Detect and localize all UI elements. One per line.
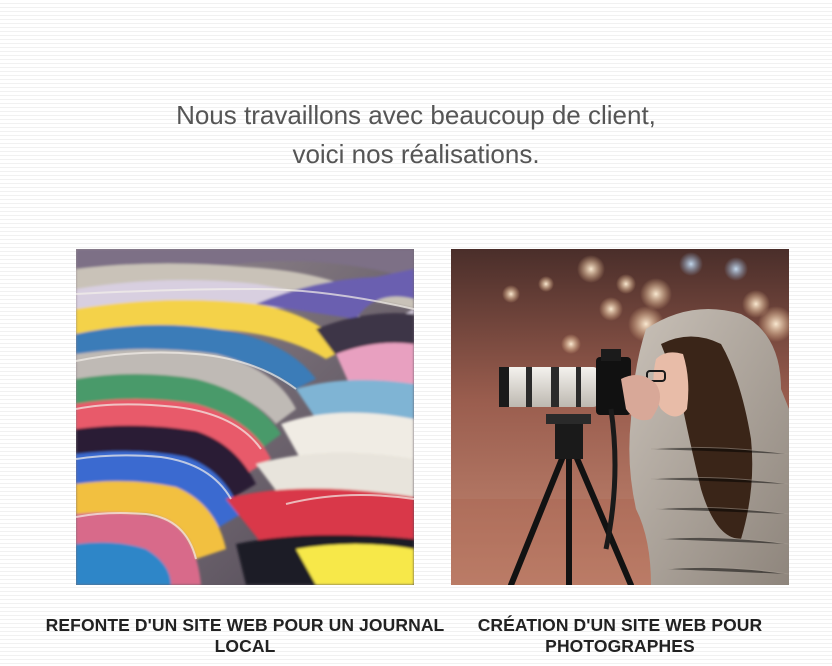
photographer-with-camera-image	[451, 249, 789, 585]
intro-heading: Nous travaillons avec beaucoup de client…	[0, 96, 832, 174]
project-thumbnail-journal[interactable]	[76, 249, 414, 585]
project-title-journal[interactable]: REFONTE D'UN SITE WEB POUR UN JOURNAL LO…	[36, 615, 454, 657]
intro-line-2: voici nos réalisations.	[292, 139, 540, 169]
intro-line-1: Nous travaillons avec beaucoup de client…	[176, 100, 656, 130]
project-card-photographers[interactable]: CRÉATION D'UN SITE WEB POUR PHOTOGRAPHES	[451, 249, 789, 656]
magazines-stack-image	[76, 249, 414, 585]
project-thumbnail-photographers[interactable]	[451, 249, 789, 585]
project-card-journal[interactable]: REFONTE D'UN SITE WEB POUR UN JOURNAL LO…	[46, 249, 444, 656]
project-title-photographers[interactable]: CRÉATION D'UN SITE WEB POUR PHOTOGRAPHES	[411, 615, 829, 657]
